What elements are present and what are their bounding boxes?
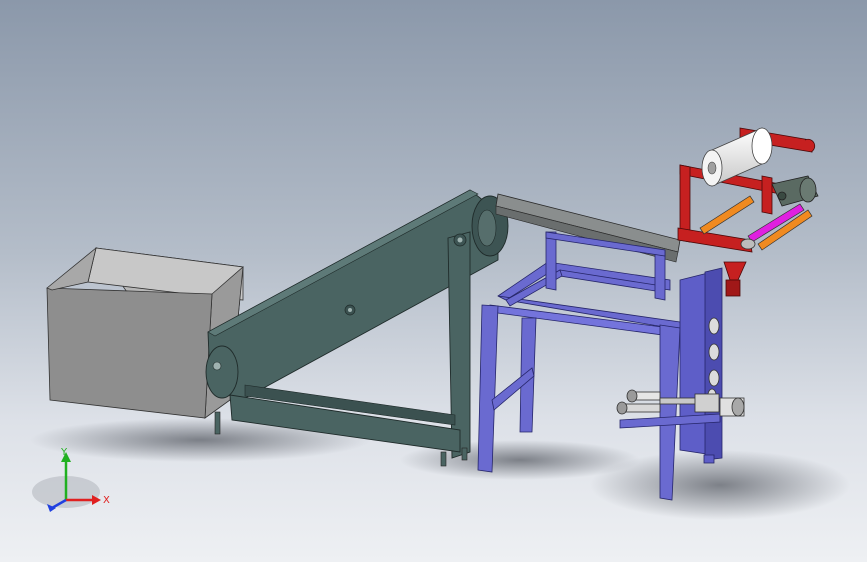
hopper-front-panel: [46, 287, 213, 419]
orange-roller: [699, 195, 755, 235]
drive-motor[interactable]: [771, 175, 819, 207]
x-axis-label: X: [103, 495, 110, 506]
cad-viewport[interactable]: Y X: [0, 0, 867, 562]
assembly-model[interactable]: Y X: [0, 0, 867, 562]
y-axis-label: Y: [60, 447, 68, 458]
